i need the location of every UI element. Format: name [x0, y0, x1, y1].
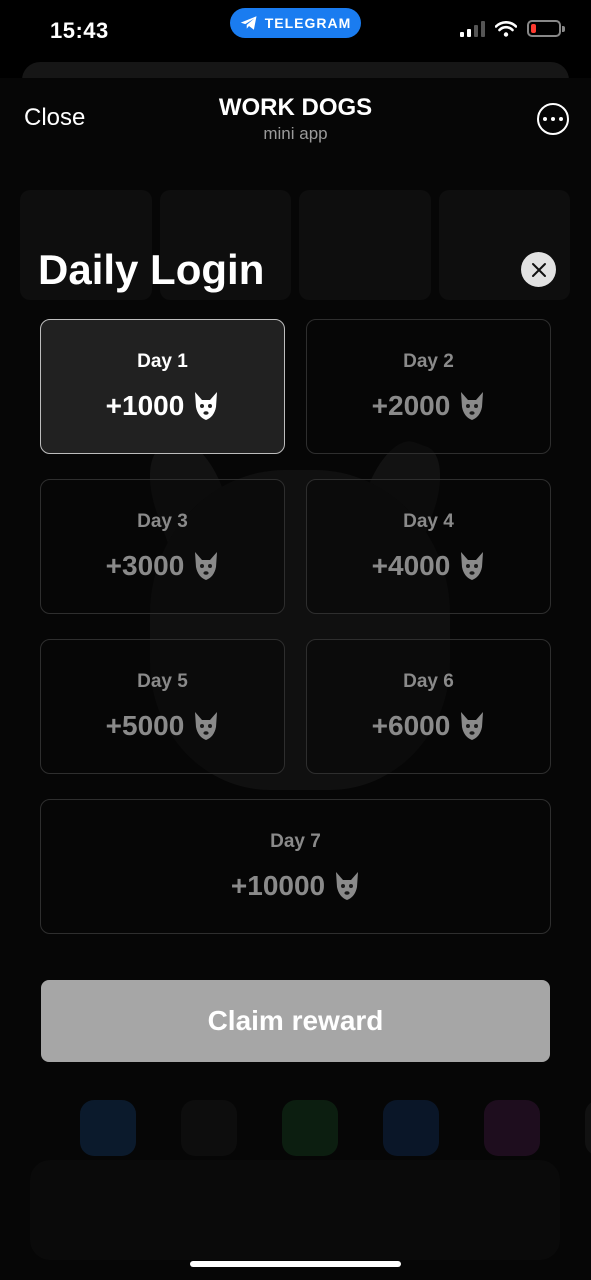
background-social-icons	[80, 1100, 591, 1156]
day-reward: +5000	[106, 710, 220, 742]
day-label: Day 1	[137, 351, 188, 372]
day-card-2[interactable]: Day 2 +2000	[306, 319, 551, 454]
dog-coin-icon	[195, 712, 218, 740]
dog-coin-icon	[461, 712, 484, 740]
day-card-6[interactable]: Day 6 +6000	[306, 639, 551, 774]
day-label: Day 5	[137, 671, 188, 692]
battery-icon	[527, 20, 565, 37]
battery-level	[531, 24, 536, 33]
reward-amount: +2000	[371, 390, 451, 421]
header-title-block: WORK DOGS mini app	[0, 94, 591, 144]
dog-coin-icon	[195, 392, 218, 420]
day-card-4[interactable]: Day 4 +4000	[306, 479, 551, 614]
dog-coin-icon	[336, 872, 359, 900]
day-reward: +2000	[372, 390, 486, 422]
reward-amount: +3000	[105, 550, 185, 581]
day-label: Day 3	[137, 511, 188, 532]
day-reward: +4000	[372, 550, 486, 582]
telegram-pill[interactable]: TELEGRAM	[230, 8, 361, 38]
day-reward: +3000	[106, 550, 220, 582]
status-time: 15:43	[50, 18, 109, 43]
more-options-button[interactable]	[537, 103, 569, 135]
day-reward: +6000	[372, 710, 486, 742]
dog-coin-icon	[461, 552, 484, 580]
day-label: Day 2	[403, 351, 454, 372]
day-reward: +10000	[231, 870, 360, 902]
background-tab-bar	[30, 1160, 560, 1260]
day-label: Day 6	[403, 671, 454, 692]
mini-app-header: Close WORK DOGS mini app	[0, 80, 591, 150]
modal-title: Daily Login	[38, 246, 265, 293]
dog-coin-icon	[195, 552, 218, 580]
reward-amount: +5000	[105, 710, 185, 741]
status-indicators	[460, 20, 565, 37]
close-icon	[531, 262, 546, 277]
more-dots-icon	[543, 117, 547, 121]
status-bar: 15:43 TELEGRAM	[0, 0, 591, 64]
day-label: Day 7	[270, 831, 321, 852]
reward-amount: +1000	[105, 390, 185, 421]
telegram-label: TELEGRAM	[264, 15, 352, 31]
telegram-plane-icon	[240, 16, 257, 30]
day-card-3[interactable]: Day 3 +3000	[40, 479, 285, 614]
home-indicator	[190, 1261, 401, 1267]
day-reward: +1000	[106, 390, 220, 422]
app-title: WORK DOGS	[218, 94, 373, 121]
reward-amount: +4000	[371, 550, 451, 581]
day-label: Day 4	[403, 511, 454, 532]
app-subtitle: mini app	[263, 124, 328, 143]
wifi-icon	[495, 20, 517, 37]
cellular-signal-icon	[460, 20, 485, 37]
daily-reward-grid: Day 1 +1000 Day 2 +2000 Day 3 +3000 Day 4 +4000…	[40, 319, 551, 934]
claim-reward-button[interactable]: Claim reward	[41, 980, 550, 1062]
reward-amount: +6000	[371, 710, 451, 741]
day-card-7[interactable]: Day 7 +10000	[40, 799, 551, 934]
dog-coin-icon	[461, 392, 484, 420]
day-card-1[interactable]: Day 1 +1000	[40, 319, 285, 454]
day-card-5[interactable]: Day 5 +5000	[40, 639, 285, 774]
reward-amount: +10000	[230, 870, 326, 901]
modal-close-button[interactable]	[521, 252, 556, 287]
